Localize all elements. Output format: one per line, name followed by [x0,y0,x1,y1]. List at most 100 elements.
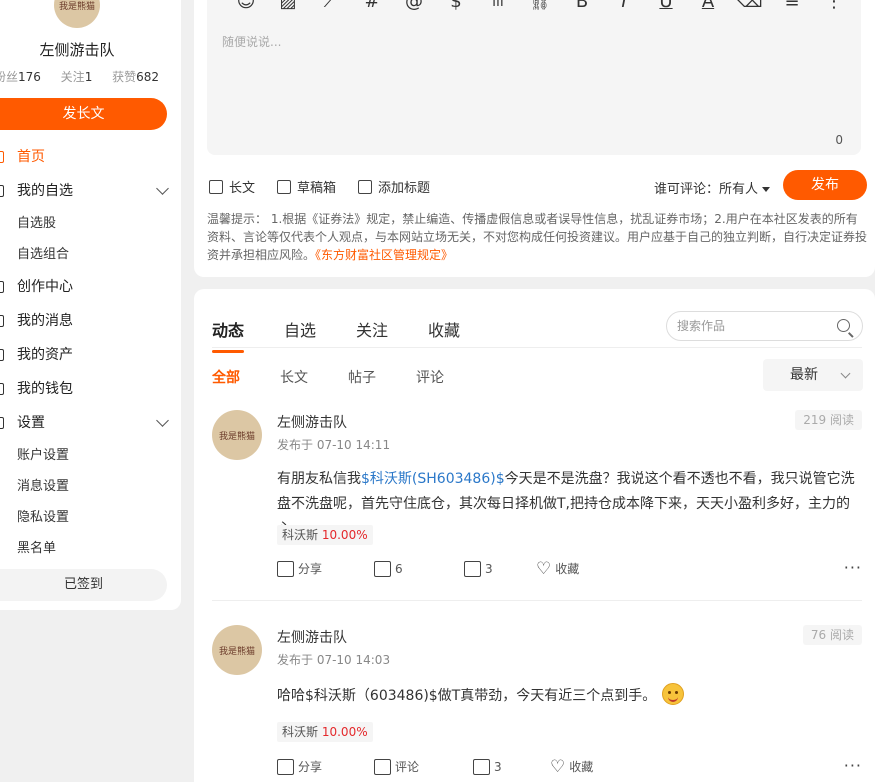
signed-in-button[interactable]: 已签到 [0,569,167,601]
community-rules-link[interactable]: 《东方财富社区管理规定》 [315,248,453,262]
avatar[interactable]: 我是熊猫 [212,625,262,675]
sidebar-item-message-settings[interactable]: 消息设置 [0,471,181,502]
thumbs-up-icon [464,560,481,577]
star-icon [0,185,4,197]
publish-button[interactable]: 发布 [783,170,867,200]
subtab-all[interactable]: 全部 [212,367,240,387]
more-icon[interactable]: ··· [844,756,862,775]
long-post-button[interactable]: 长文 [209,177,255,196]
sidebar-item-blacklist[interactable]: 黑名单 [0,533,181,564]
tips-notice: 温馨提示： 1.根据《证券法》规定，禁止编造、传播虚假信息或者误导性信息，扰乱证… [207,212,868,262]
sidebar-item-settings[interactable]: 设置 [0,406,181,440]
sidebar-item-watch-stocks[interactable]: 自选股 [0,208,181,239]
link-icon[interactable]: ⛓ [519,0,561,16]
dollar-icon[interactable]: $ [435,0,477,16]
like-button[interactable]: 3 [464,560,536,577]
collect-button[interactable]: ♡ 收藏 [536,560,579,577]
feed-tabs: 动态 自选 关注 收藏 [212,317,460,353]
subtab-posts[interactable]: 帖子 [348,367,376,387]
post-content[interactable]: 哈哈$科沃斯（603486)$做T真带劲，今天有近三个点到手。 [277,683,865,709]
avatar[interactable]: 我是熊猫 [212,410,262,460]
sidebar-item-watch-groups[interactable]: 自选组合 [0,239,181,270]
sidebar-nav: 首页 我的自选 自选股 自选组合 创作中心 我的消息 我的资产 我的钱包 设置 … [0,140,181,564]
share-icon [277,560,294,577]
search-icon[interactable] [837,319,850,332]
italic-icon[interactable]: I [603,0,645,16]
post-actions: 分享 评论 3 ♡ 收藏 [277,758,593,775]
subtab-comments[interactable]: 评论 [416,367,444,387]
smile-icon[interactable]: ☺ [225,0,267,16]
add-title-button[interactable]: 添加标题 [358,177,430,196]
share-button[interactable]: 分享 [277,758,374,775]
avatar[interactable]: 我是熊猫 [54,0,100,28]
sidebar-item-account-settings[interactable]: 账户设置 [0,440,181,471]
heart-icon: ♡ [536,558,552,579]
sidebar-item-assets[interactable]: 我的资产 [0,338,181,372]
tab-activity[interactable]: 动态 [212,317,245,353]
post-author[interactable]: 左侧游击队 [277,627,347,647]
hash-icon[interactable]: # [351,0,393,16]
comment-button[interactable]: 评论 [374,758,473,775]
heart-icon: ♡ [550,756,566,777]
chart-icon[interactable]: ⟋ [309,0,351,16]
thumbs-up-icon [473,758,490,775]
editor-actions: 长文 草稿箱 添加标题 [209,177,430,196]
user-name[interactable]: 左侧游击队 [0,39,154,60]
sidebar-item-watchlist[interactable]: 我的自选 [0,174,181,208]
tabs-divider [212,347,862,348]
chevron-down-icon[interactable] [156,182,169,195]
comment-permission-select[interactable]: 谁可评论：所有人 [654,178,771,197]
assets-icon [0,349,4,361]
sidebar-item-home[interactable]: 首页 [0,140,181,174]
at-icon[interactable]: @ [393,0,435,16]
user-stats: 粉丝176 关注1 获赞682 [0,68,170,85]
tab-watchlist[interactable]: 自选 [284,317,316,341]
more-icon[interactable]: ··· [844,558,862,577]
likes-stat[interactable]: 获赞682 [112,68,159,85]
collect-button[interactable]: ♡ 收藏 [550,758,593,775]
tab-following[interactable]: 关注 [356,317,388,341]
subtab-long[interactable]: 长文 [280,367,308,387]
post-actions: 分享 6 3 ♡ 收藏 [277,560,579,577]
tab-favorites[interactable]: 收藏 [428,317,460,341]
share-button[interactable]: 分享 [277,560,374,577]
left-sidebar: 我是熊猫 左侧游击队 粉丝176 关注1 获赞682 发长文 首页 我的自选 自… [0,0,181,610]
like-button[interactable]: 3 [473,758,550,775]
bold-icon[interactable]: B [561,0,603,16]
font-color-icon[interactable]: A [687,0,729,16]
following-stat[interactable]: 关注1 [61,68,93,85]
feed-subtabs: 全部 长文 帖子 评论 [212,367,444,387]
underline-icon[interactable]: U [645,0,687,16]
stock-tag[interactable]: 科沃斯 10.00% [277,525,373,545]
post-long-button[interactable]: 发长文 [0,98,167,130]
message-icon [0,315,4,327]
post-author[interactable]: 左侧游击队 [277,412,347,432]
post-time: 发布于 07-10 14:11 [277,438,391,452]
drafts-button[interactable]: 草稿箱 [277,177,336,196]
comment-button[interactable]: 6 [374,560,464,577]
home-icon [0,151,4,163]
sidebar-item-messages[interactable]: 我的消息 [0,304,181,338]
sidebar-item-creator[interactable]: 创作中心 [0,270,181,304]
stock-link[interactable]: $科沃斯(SH603486)$ [361,471,505,487]
sort-select[interactable]: 最新 [763,359,863,391]
editor-textarea[interactable]: ☺ ▨ ⟋ # @ $ ılı ⛓ B I U A ⌫ ≡ ⋮ 随便说说... … [207,0,861,155]
image-icon[interactable]: ▨ [267,0,309,16]
stock-tag[interactable]: 科沃斯 10.00% [277,722,373,742]
sidebar-item-wallet[interactable]: 我的钱包 [0,372,181,406]
sidebar-item-privacy-settings[interactable]: 隐私设置 [0,502,181,533]
view-count: 76 阅读 [802,625,862,645]
chevron-down-icon[interactable] [156,414,169,427]
chevron-down-icon [840,368,851,379]
search-input[interactable]: 搜索作品 [666,311,863,341]
post-time: 发布于 07-10 14:03 [277,653,391,667]
align-icon[interactable]: ≡ [771,0,813,16]
post-divider [212,600,862,601]
post-item: 我是熊猫 左侧游击队 发布于 07-10 14:03 76 阅读 哈哈$科沃斯（… [212,625,862,782]
eraser-icon[interactable]: ⌫ [729,0,771,16]
bar-chart-icon[interactable]: ılı [477,0,519,16]
share-icon [277,758,294,775]
more-icon[interactable]: ⋮ [813,0,855,16]
pen-icon [0,281,4,293]
fans-stat[interactable]: 粉丝176 [0,68,41,85]
